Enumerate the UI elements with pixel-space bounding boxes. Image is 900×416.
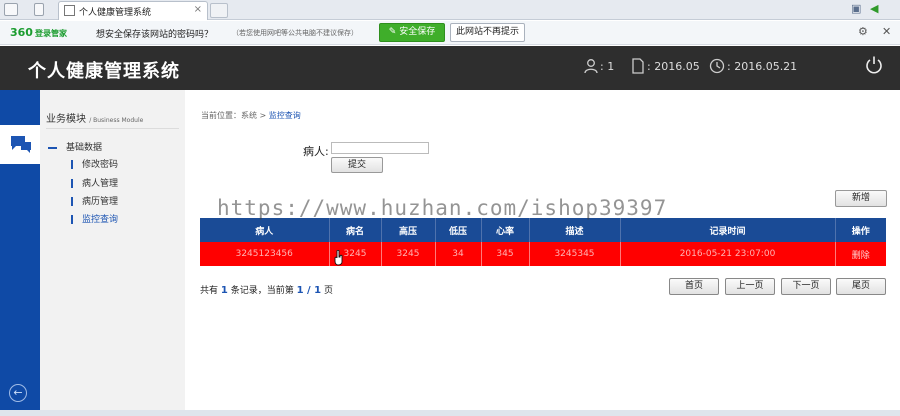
status-bar (0, 410, 900, 416)
app-header: 个人健康管理系统 : 1 : 2016.05 : 2016.05.21 (0, 46, 900, 90)
submit-button[interactable]: 提交 (331, 157, 383, 173)
sidebar-item-records-management[interactable]: 病历管理 (71, 194, 118, 207)
gear-icon[interactable]: ⚙ (858, 25, 868, 38)
record-count: 1 (220, 285, 228, 296)
sidebar-item-change-password[interactable]: 修改密码 (71, 157, 118, 170)
close-icon[interactable]: ✕ (882, 25, 891, 38)
new-tab-button[interactable] (210, 3, 228, 18)
delete-link[interactable]: 删除 (835, 242, 886, 266)
pager-info: 共有 1 条记录，当前第 1 / 1 页 (200, 285, 334, 296)
prev-page-button[interactable]: 上一页 (725, 278, 775, 295)
module-title: 业务模块 / Business Module (46, 114, 144, 125)
patient-input[interactable] (331, 142, 429, 154)
password-note: （若您使用网吧等公共电脑不建议保存） (232, 29, 358, 37)
sidebar-item-monitor-query[interactable]: 监控查询 (71, 212, 118, 225)
current-page: 1 (296, 285, 304, 296)
col-header-description: 描述 (529, 218, 621, 242)
browser-tab-bar: 个人健康管理系统 × ▣ ◀ (0, 0, 900, 20)
sidebar-divider (46, 128, 179, 129)
clock-icon (709, 58, 725, 74)
power-icon[interactable] (864, 55, 884, 75)
tab-close-icon[interactable]: × (194, 4, 202, 15)
table-row[interactable]: 3245123456 3245 3245 34 345 3245345 2016… (200, 242, 886, 266)
cell-heart-rate: 345 (481, 242, 530, 266)
patient-label: 病人: (303, 145, 329, 158)
cell-systolic: 3245 (381, 242, 436, 266)
col-header-heart-rate: 心率 (481, 218, 530, 242)
group-dash-icon (48, 146, 57, 149)
browser-lock-icon[interactable]: ▣ (851, 2, 861, 15)
collapse-arrow-icon[interactable]: ← (9, 384, 27, 402)
safe-save-button[interactable]: ✎ 安全保存 (379, 23, 445, 42)
sidebar: 业务模块 / Business Module 基础数据 修改密码 病人管理 病历… (40, 90, 185, 416)
browser-tab-title: 个人健康管理系统 (79, 8, 152, 18)
breadcrumb: 当前位置：系统 > 监控查询 (201, 111, 301, 120)
key-icon: ✎ (388, 27, 397, 37)
next-page-button[interactable]: 下一页 (781, 278, 831, 295)
cell-description: 3245345 (529, 242, 621, 266)
nav-module-business[interactable] (0, 125, 40, 164)
user-count: : 1 (600, 60, 615, 73)
monitor-table: 病人 病名 高压 低压 心率 描述 记录时间 操作 3245123456 324… (200, 218, 886, 266)
browser-tab-active[interactable]: 个人健康管理系统 × (58, 1, 208, 20)
cell-record-time: 2016-05-21 23:07:00 (620, 242, 836, 266)
first-page-button[interactable]: 首页 (669, 278, 719, 295)
col-header-record-time: 记录时间 (620, 218, 836, 242)
col-header-disease: 病名 (329, 218, 382, 242)
browser-back-arrow-icon[interactable]: ◀ (870, 2, 878, 15)
last-page-button[interactable]: 尾页 (836, 278, 886, 295)
left-nav-strip: ← (0, 90, 40, 416)
add-button[interactable]: 新增 (835, 190, 887, 207)
password-save-bar: 360 登录管家 想安全保存该网站的密码吗？ （若您使用网吧等公共电脑不建议保存）… (0, 21, 900, 45)
app-title: 个人健康管理系统 (28, 61, 180, 82)
breadcrumb-current[interactable]: 监控查询 (269, 111, 301, 120)
chat-bubble-icon (11, 136, 31, 153)
main-content: 当前位置：系统 > 监控查询 病人: 提交 新增 病人 病名 高压 低压 心率 … (185, 90, 900, 416)
col-header-patient: 病人 (200, 218, 330, 242)
password-question: 想安全保存该网站的密码吗？ (96, 30, 214, 40)
favicon-icon (64, 5, 75, 16)
col-header-action: 操作 (835, 218, 886, 242)
sidebar-item-patient-management[interactable]: 病人管理 (71, 176, 118, 189)
sidebar-group-basic-data[interactable]: 基础数据 (48, 140, 102, 153)
col-header-systolic: 高压 (381, 218, 436, 242)
brand-360-logo: 360 登录管家 (10, 26, 67, 39)
user-icon (584, 59, 598, 74)
cell-patient: 3245123456 (200, 242, 330, 266)
month-display: : 2016.05 (647, 60, 700, 73)
document-icon (632, 58, 644, 74)
never-prompt-button[interactable]: 此网站不再提示 (450, 23, 525, 42)
col-header-diastolic: 低压 (435, 218, 482, 242)
browser-page-icon[interactable] (34, 3, 44, 16)
table-header-row: 病人 病名 高压 低压 心率 描述 记录时间 操作 (200, 218, 886, 242)
watermark-text: https://www.huzhan.com/ishop39397 (217, 196, 668, 220)
cell-diastolic: 34 (435, 242, 482, 266)
date-display: : 2016.05.21 (727, 60, 798, 73)
browser-home-icon[interactable] (4, 3, 18, 16)
hand-cursor-icon (334, 250, 343, 266)
